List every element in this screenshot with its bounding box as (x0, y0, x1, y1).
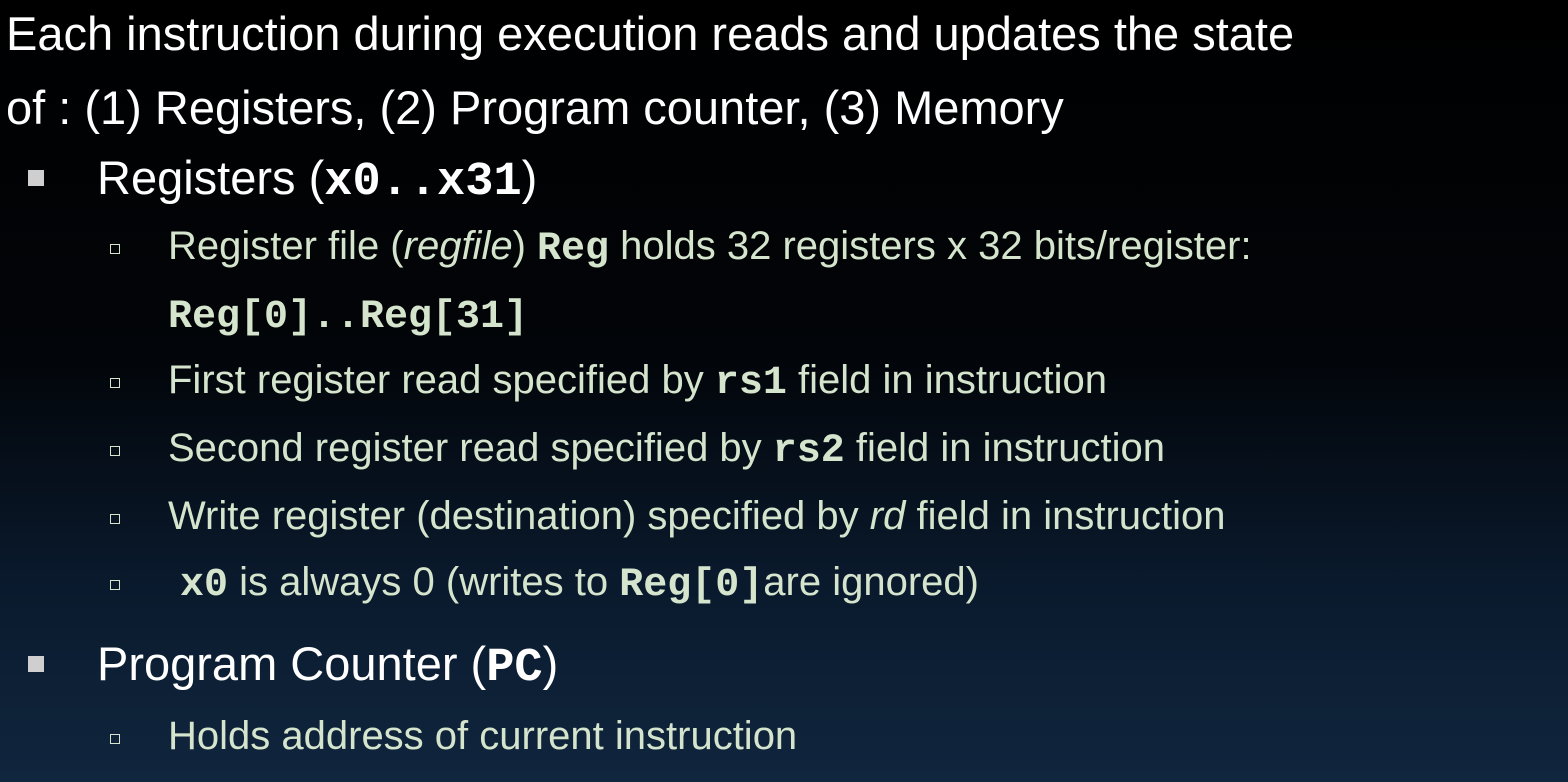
bullet-square-icon (28, 656, 44, 672)
bullet-hollow-square-icon (110, 446, 120, 456)
pc-heading: Program Counter (PC) (97, 637, 559, 695)
register-range-code: x0..x31 (324, 156, 522, 209)
bullet-hollow-square-icon (110, 244, 120, 254)
rd-item: Write register (destination) specified b… (168, 494, 1226, 538)
bullet-hollow-square-icon (110, 378, 120, 388)
bullet-hollow-square-icon (110, 580, 120, 590)
intro-line-1: Each instruction during execution reads … (6, 7, 1295, 60)
regfile-range: Reg[0]..Reg[31] (168, 295, 529, 340)
regfile-item: Register file (regfile) Reg holds 32 reg… (168, 224, 1252, 272)
rs2-item: Second register read specified by rs2 fi… (168, 426, 1165, 474)
bullet-square-icon (28, 170, 44, 186)
pc-code: PC (486, 642, 543, 695)
pc-item: Holds address of current instruction (168, 714, 798, 758)
registers-heading: Registers (x0..x31) (97, 151, 538, 209)
bullet-hollow-square-icon (110, 514, 120, 524)
rs1-item: First register read specified by rs1 fie… (168, 358, 1108, 406)
bullet-hollow-square-icon (110, 734, 120, 744)
intro-line-2: of : (1) Registers, (2) Program counter,… (6, 81, 1064, 134)
x0-item: x0 is always 0 (writes to Reg[0]are igno… (180, 560, 979, 608)
